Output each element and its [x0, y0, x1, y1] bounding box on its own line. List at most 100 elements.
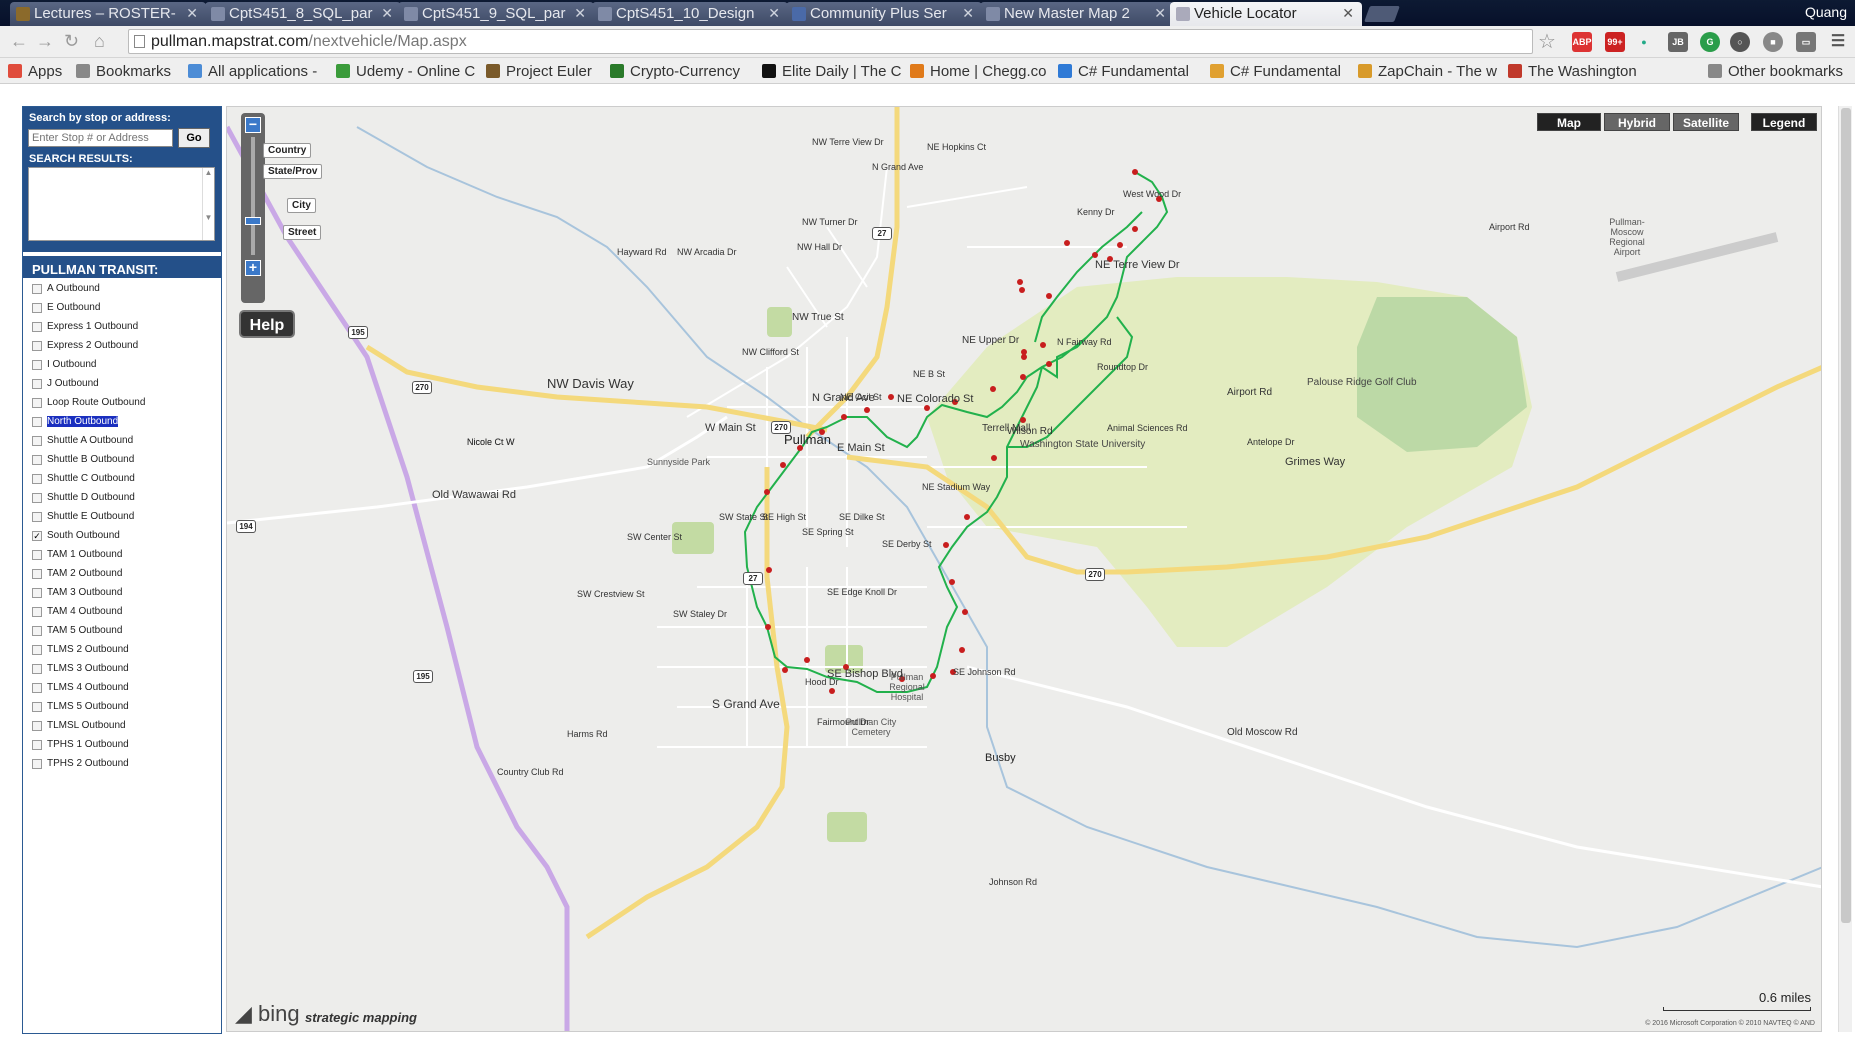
route-checkbox[interactable] [32, 702, 42, 712]
route-label[interactable]: Shuttle B Outbound [47, 454, 134, 465]
route-item[interactable]: E Outbound [31, 302, 216, 321]
route-item[interactable]: TPHS 2 Outbound [31, 758, 216, 777]
route-checkbox[interactable] [32, 284, 42, 294]
bus-stop-marker[interactable] [943, 542, 949, 548]
close-tab-icon[interactable]: ✕ [186, 5, 198, 22]
address-bar[interactable]: pullman.mapstrat.com/nextvehicle/Map.asp… [128, 29, 1533, 54]
extension-grey-icon[interactable]: ■ [1763, 32, 1783, 52]
bus-stop-marker[interactable] [1132, 169, 1138, 175]
bus-stop-marker[interactable] [888, 394, 894, 400]
route-label[interactable]: Shuttle C Outbound [47, 473, 135, 484]
route-label[interactable]: TAM 3 Outbound [47, 587, 122, 598]
bus-stop-marker[interactable] [782, 667, 788, 673]
back-icon[interactable]: ← [10, 31, 28, 52]
zoom-level-street[interactable]: Street [283, 225, 322, 240]
bus-stop-marker[interactable] [1021, 354, 1027, 360]
route-item[interactable]: TLMS 2 Outbound [31, 644, 216, 663]
cast-icon[interactable]: ▭ [1796, 32, 1816, 52]
route-label[interactable]: Shuttle E Outbound [47, 511, 134, 522]
route-label[interactable]: TPHS 1 Outbound [47, 739, 129, 750]
route-item[interactable]: ✓ South Outbound [31, 530, 216, 549]
route-checkbox[interactable] [32, 436, 42, 446]
route-item[interactable]: TAM 5 Outbound [31, 625, 216, 644]
bookmark-item[interactable]: Crypto-Currency [610, 63, 740, 80]
bus-stop-marker[interactable] [1132, 226, 1138, 232]
route-item[interactable]: A Outbound [31, 283, 216, 302]
go-button[interactable]: Go [178, 128, 210, 148]
route-checkbox[interactable] [32, 417, 42, 427]
bookmark-item[interactable]: C# Fundamental [1210, 63, 1341, 80]
legend-button[interactable]: Legend [1751, 113, 1817, 131]
route-label[interactable]: TAM 2 Outbound [47, 568, 122, 579]
route-checkbox[interactable] [32, 512, 42, 522]
bus-stop-marker[interactable] [1019, 287, 1025, 293]
route-label[interactable]: TLMS 4 Outbound [47, 682, 129, 693]
close-tab-icon[interactable]: ✕ [381, 5, 393, 22]
bookmark-item[interactable]: All applications - [188, 63, 317, 80]
browser-tab[interactable]: Community Plus Ser ✕ [786, 2, 982, 26]
bus-stop-marker[interactable] [780, 462, 786, 468]
route-checkbox[interactable] [32, 455, 42, 465]
zoom-slider[interactable]: − + [241, 113, 265, 303]
bus-stop-marker[interactable] [765, 624, 771, 630]
route-checkbox[interactable] [32, 588, 42, 598]
bookmark-item[interactable]: ZapChain - The w [1358, 63, 1497, 80]
route-item[interactable]: TPHS 1 Outbound [31, 739, 216, 758]
zoom-level-country[interactable]: Country [263, 143, 312, 158]
route-label[interactable]: TLMS 5 Outbound [47, 701, 129, 712]
bus-stop-marker[interactable] [990, 386, 996, 392]
bus-stop-marker[interactable] [924, 405, 930, 411]
browser-tab[interactable]: CptS451_8_SQL_par ✕ [205, 2, 401, 26]
route-label[interactable]: A Outbound [47, 283, 100, 294]
close-tab-icon[interactable]: ✕ [1342, 5, 1354, 22]
close-tab-icon[interactable]: ✕ [962, 5, 974, 22]
map-canvas[interactable]: 195 270 270 27 27 194 195 270 Pullman Bus… [226, 106, 1822, 1032]
home-icon[interactable]: ⌂ [94, 31, 105, 52]
route-label[interactable]: TLMS 3 Outbound [47, 663, 129, 674]
route-item[interactable]: TLMS 5 Outbound [31, 701, 216, 720]
route-checkbox[interactable] [32, 607, 42, 617]
bookmark-item[interactable]: Bookmarks [76, 63, 171, 80]
route-item[interactable]: TAM 3 Outbound [31, 587, 216, 606]
route-label[interactable]: Express 2 Outbound [47, 340, 138, 351]
bus-stop-marker[interactable] [964, 514, 970, 520]
map-type-map[interactable]: Map [1537, 113, 1601, 131]
bus-stop-marker[interactable] [864, 407, 870, 413]
page-scrollbar[interactable] [1838, 106, 1852, 1032]
close-tab-icon[interactable]: ✕ [574, 5, 586, 22]
bookmark-star-icon[interactable]: ☆ [1538, 29, 1556, 54]
route-label[interactable]: TLMSL Outbound [47, 720, 126, 731]
menu-icon[interactable]: ☰ [1828, 32, 1848, 52]
bus-stop-marker[interactable] [991, 455, 997, 461]
route-checkbox[interactable] [32, 493, 42, 503]
route-label[interactable]: TAM 1 Outbound [47, 549, 122, 560]
zoom-level-city[interactable]: City [287, 198, 316, 213]
browser-tab[interactable]: CptS451_9_SQL_par ✕ [398, 2, 594, 26]
bus-stop-marker[interactable] [1017, 279, 1023, 285]
close-tab-icon[interactable]: ✕ [768, 5, 780, 22]
route-item[interactable]: Express 2 Outbound [31, 340, 216, 359]
reload-icon[interactable]: ↻ [64, 31, 79, 52]
bookmark-item[interactable]: Udemy - Online C [336, 63, 475, 80]
route-label[interactable]: TLMS 2 Outbound [47, 644, 129, 655]
bus-stop-marker[interactable] [1046, 361, 1052, 367]
profile-name[interactable]: Quang [1805, 4, 1847, 20]
zoom-out-button[interactable]: − [245, 117, 261, 133]
route-item[interactable]: Loop Route Outbound [31, 397, 216, 416]
scrollbar-thumb[interactable] [1841, 108, 1851, 923]
browser-tab[interactable]: Vehicle Locator ✕ [1170, 2, 1362, 26]
new-tab-button[interactable] [1364, 6, 1400, 22]
bookmark-item[interactable]: The Washington [1508, 63, 1637, 80]
bus-stop-marker[interactable] [1117, 242, 1123, 248]
browser-tab[interactable]: New Master Map 2 ✕ [980, 2, 1174, 26]
bus-stop-marker[interactable] [1020, 374, 1026, 380]
route-item[interactable]: TLMS 4 Outbound [31, 682, 216, 701]
route-checkbox[interactable] [32, 341, 42, 351]
route-checkbox[interactable] [32, 683, 42, 693]
route-item[interactable]: TAM 2 Outbound [31, 568, 216, 587]
route-checkbox[interactable] [32, 360, 42, 370]
bookmark-item[interactable]: C# Fundamental [1058, 63, 1189, 80]
results-scrollbar[interactable]: ▲ ▼ [202, 168, 214, 240]
route-label[interactable]: Loop Route Outbound [47, 397, 145, 408]
route-item[interactable]: Express 1 Outbound [31, 321, 216, 340]
